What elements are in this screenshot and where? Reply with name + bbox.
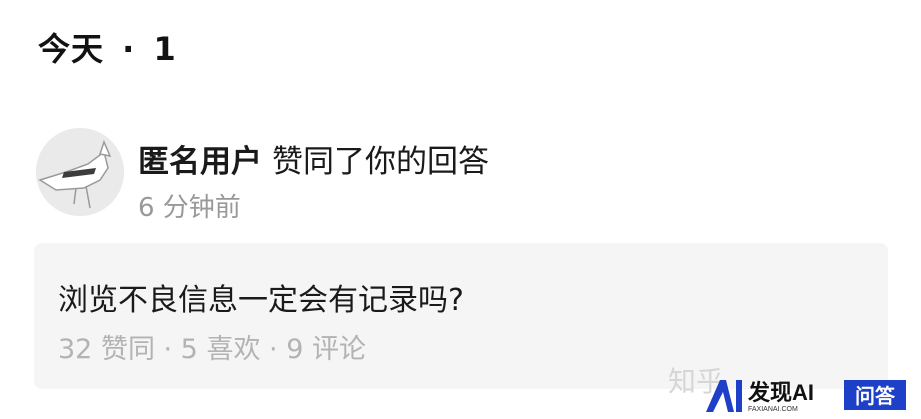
section-separator: · xyxy=(122,30,136,68)
notification-page: 今天 · 1 匿名用户 赞同了你的回答 6 分钟前 浏览不良信息一定会有记录吗? … xyxy=(0,0,921,419)
section-header: 今天 · 1 xyxy=(38,24,177,70)
user-name-link[interactable]: 匿名用户 xyxy=(138,144,262,180)
notification-text: 匿名用户 赞同了你的回答 xyxy=(138,136,489,181)
answer-card[interactable]: 浏览不良信息一定会有记录吗? 32 赞同 · 5 喜欢 · 9 评论 xyxy=(34,243,888,389)
notification-action: 赞同了你的回答 xyxy=(272,144,489,180)
section-count: 1 xyxy=(153,30,177,68)
faxianai-logo-icon: 发现AI FAXIANAI.COM 问答 xyxy=(706,380,906,413)
avatar[interactable] xyxy=(36,128,124,216)
logo-subtext: FAXIANAI.COM xyxy=(748,406,798,413)
section-day: 今天 xyxy=(38,30,105,68)
anonymous-cat-avatar-icon xyxy=(36,128,124,216)
logo-text: 发现AI xyxy=(747,380,814,405)
question-title[interactable]: 浏览不良信息一定会有记录吗? xyxy=(58,275,464,319)
answer-stats: 32 赞同 · 5 喜欢 · 9 评论 xyxy=(58,334,366,365)
badge-text: 问答 xyxy=(855,384,896,408)
notification-timestamp: 6 分钟前 xyxy=(138,193,241,223)
watermark-logo: 发现AI FAXIANAI.COM 问答 xyxy=(704,376,914,414)
